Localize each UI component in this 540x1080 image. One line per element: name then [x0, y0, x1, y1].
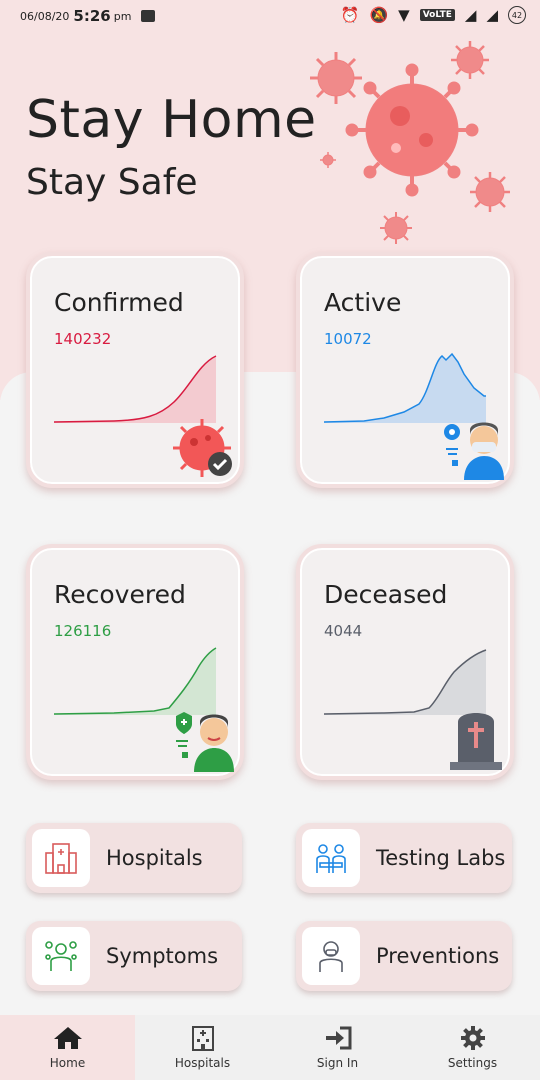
wifi-icon: ▼ — [398, 6, 410, 24]
hospital-icon-box — [32, 829, 90, 887]
bottom-navigation: Home Hospitals Sign In Settings — [0, 1015, 540, 1080]
nav-sign-in[interactable]: Sign In — [270, 1015, 405, 1080]
page-subtitle: Stay Safe — [26, 162, 198, 203]
symptoms-icon-box — [32, 927, 90, 985]
card-label: Confirmed — [54, 288, 184, 317]
status-bar: 06/08/20 5:26 pm ⏰ 🔕 ▼ VoLTE ◢ ◢ 42 — [0, 0, 540, 32]
signal-icon: ◢ — [464, 6, 477, 24]
link-label: Symptoms — [106, 944, 219, 968]
nav-label: Sign In — [316, 1055, 359, 1070]
battery-icon: 42 — [508, 6, 526, 24]
gear-icon — [460, 1025, 486, 1050]
nav-home[interactable]: Home — [0, 1015, 135, 1080]
gallery-notification-icon — [141, 10, 156, 22]
card-value: 126116 — [54, 622, 112, 640]
hospital-building-icon — [191, 1025, 215, 1051]
hospitals-link[interactable]: Hospitals — [26, 823, 242, 893]
link-label: Preventions — [376, 944, 500, 968]
card-label: Recovered — [54, 580, 186, 609]
hospital-icon — [45, 843, 77, 874]
active-card[interactable]: Active 10072 — [296, 252, 514, 488]
card-label: Deceased — [324, 580, 448, 609]
symptoms-icon — [45, 941, 77, 971]
status-time: 5:26 — [73, 7, 111, 25]
testing-labs-link[interactable]: Testing Labs — [296, 823, 512, 893]
lab-icon — [316, 844, 346, 873]
nav-settings[interactable]: Settings — [405, 1015, 540, 1080]
deceased-card[interactable]: Deceased 4044 — [296, 544, 514, 780]
mute-icon: 🔕 — [369, 6, 389, 24]
mask-person-icon — [319, 941, 343, 972]
card-value: 140232 — [54, 330, 112, 348]
signal-icon-2: ◢ — [486, 6, 498, 24]
page-title: Stay Home — [26, 90, 317, 150]
confirmed-sparkline — [54, 355, 217, 423]
nav-label: Hospitals — [174, 1055, 231, 1070]
nav-hospitals[interactable]: Hospitals — [135, 1015, 270, 1080]
symptoms-link[interactable]: Symptoms — [26, 921, 242, 991]
status-ampm: pm — [113, 9, 132, 23]
confirmed-card[interactable]: Confirmed 140232 — [26, 252, 244, 488]
deceased-sparkline — [324, 649, 487, 715]
tombstone-icon — [450, 713, 502, 770]
nav-label: Home — [49, 1055, 86, 1070]
card-value: 4044 — [324, 622, 363, 640]
card-label: Active — [324, 288, 402, 317]
doctor-illustration — [444, 422, 504, 480]
alarm-icon: ⏰ — [340, 6, 360, 24]
home-icon — [53, 1026, 83, 1050]
preventions-icon-box — [302, 927, 360, 985]
nav-label: Settings — [447, 1055, 498, 1070]
virus-check-icon — [173, 419, 232, 477]
recovered-card[interactable]: Recovered 126116 — [26, 544, 244, 780]
card-value: 10072 — [324, 330, 372, 348]
recovered-person-illustration — [176, 712, 234, 772]
link-label: Testing Labs — [376, 846, 506, 870]
lab-icon-box — [302, 829, 360, 887]
preventions-link[interactable]: Preventions — [296, 921, 512, 991]
virus-illustration — [310, 41, 510, 244]
link-label: Hospitals — [106, 846, 203, 870]
status-date: 06/08/20 — [20, 9, 70, 23]
sign-in-icon — [324, 1026, 352, 1050]
volte-badge: VoLTE — [419, 9, 455, 21]
